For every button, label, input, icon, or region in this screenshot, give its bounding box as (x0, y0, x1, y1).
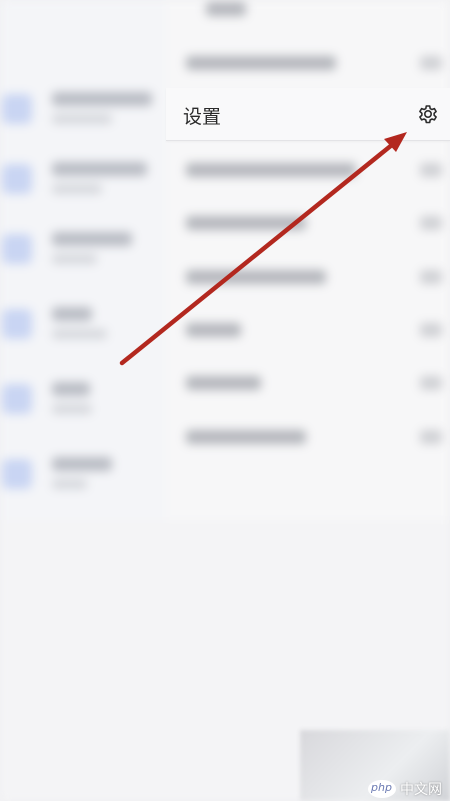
watermark-logo: php (368, 780, 396, 798)
annotation-arrow (119, 132, 407, 366)
watermark-logo-text: php (371, 781, 392, 794)
watermark-site-text: 中文网 (400, 782, 442, 798)
